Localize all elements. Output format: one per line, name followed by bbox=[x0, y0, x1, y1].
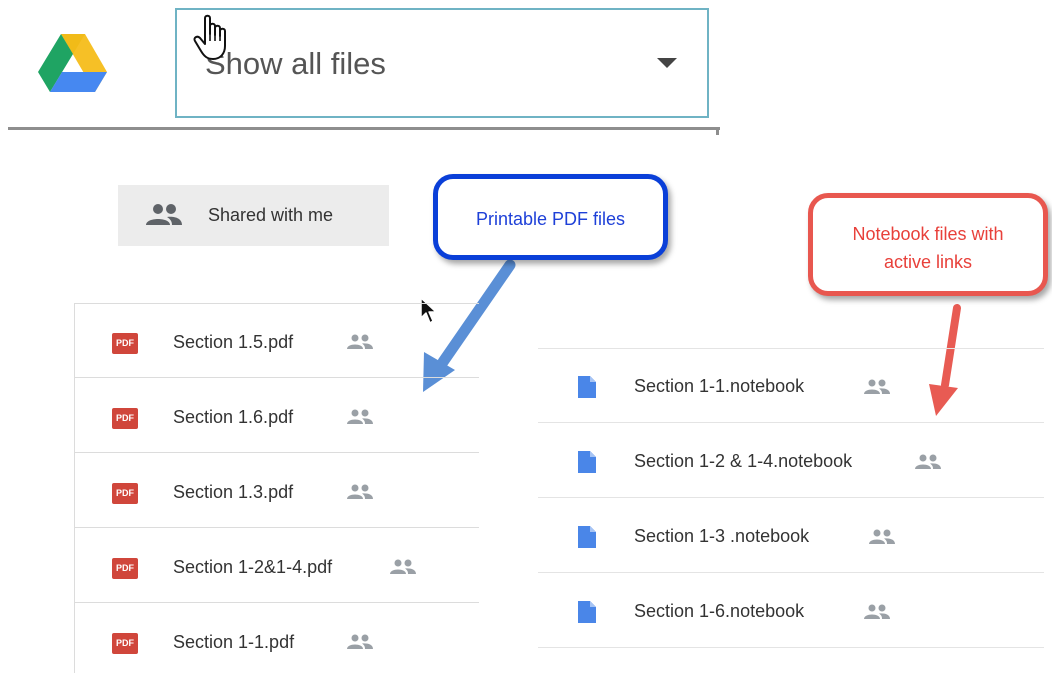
file-name: Section 1-2&1-4.pdf bbox=[173, 557, 333, 577]
pdf-file-list: PDF Section 1.5.pdf PDF Section 1.6.pdf … bbox=[74, 303, 479, 673]
file-name: Section 1-3 .notebook bbox=[634, 526, 810, 546]
file-row[interactable]: Section 1-2 & 1-4.notebook bbox=[538, 423, 1044, 498]
file-row[interactable]: PDF Section 1.3.pdf bbox=[75, 453, 479, 528]
pdf-icon: PDF bbox=[112, 633, 138, 654]
file-name: Section 1.6.pdf bbox=[173, 407, 294, 427]
people-icon bbox=[347, 634, 373, 649]
people-icon bbox=[864, 379, 890, 394]
file-row[interactable]: PDF Section 1.5.pdf bbox=[75, 303, 479, 378]
file-name: Section 1.3.pdf bbox=[173, 482, 294, 502]
header-divider-end bbox=[716, 127, 719, 135]
hand-cursor-icon bbox=[193, 14, 226, 60]
people-icon bbox=[915, 454, 941, 469]
document-icon bbox=[578, 526, 596, 548]
file-row[interactable]: Section 1-6.notebook bbox=[538, 573, 1044, 648]
pdf-icon: PDF bbox=[112, 483, 138, 504]
file-name: Section 1-1.notebook bbox=[634, 376, 805, 396]
notebook-callout-line1: Notebook files with bbox=[852, 224, 1004, 244]
pdf-icon: PDF bbox=[112, 558, 138, 579]
notebook-callout: Notebook files with active links bbox=[808, 193, 1048, 296]
pdf-icon: PDF bbox=[112, 333, 138, 354]
document-icon bbox=[578, 451, 596, 473]
file-row[interactable]: PDF Section 1-1.pdf bbox=[75, 603, 479, 673]
notebook-file-list: Section 1-1.notebook Section 1-2 & 1-4.n… bbox=[538, 348, 1044, 654]
notebook-callout-text: Notebook files with active links bbox=[813, 220, 1043, 276]
chevron-down-icon[interactable] bbox=[657, 58, 677, 68]
people-icon bbox=[390, 559, 416, 574]
header-divider bbox=[8, 127, 720, 130]
people-icon bbox=[347, 334, 373, 349]
people-icon bbox=[347, 409, 373, 424]
shared-with-me-nav[interactable]: Shared with me bbox=[118, 185, 389, 246]
shared-with-me-label: Shared with me bbox=[208, 205, 334, 225]
people-icon bbox=[347, 484, 373, 499]
people-icon bbox=[864, 604, 890, 619]
file-name: Section 1.5.pdf bbox=[173, 332, 294, 352]
pdf-callout-text: Printable PDF files bbox=[475, 209, 626, 229]
people-icon bbox=[869, 529, 895, 544]
people-icon bbox=[146, 204, 182, 225]
file-row[interactable]: PDF Section 1-2&1-4.pdf bbox=[75, 528, 479, 603]
file-name: Section 1-2 & 1-4.notebook bbox=[634, 451, 853, 471]
pdf-callout: Printable PDF files bbox=[433, 174, 668, 260]
file-row[interactable]: Section 1-3 .notebook bbox=[538, 498, 1044, 573]
file-filter-dropdown[interactable]: Show all files bbox=[175, 8, 709, 118]
pdf-icon: PDF bbox=[112, 408, 138, 429]
google-drive-logo[interactable] bbox=[38, 32, 108, 94]
document-icon bbox=[578, 601, 596, 623]
file-row[interactable]: PDF Section 1.6.pdf bbox=[75, 378, 479, 453]
notebook-callout-line2: active links bbox=[883, 252, 973, 272]
file-name: Section 1-1.pdf bbox=[173, 632, 295, 652]
header: Show all files bbox=[0, 0, 720, 135]
document-icon bbox=[578, 376, 596, 398]
file-name: Section 1-6.notebook bbox=[634, 601, 805, 621]
file-row[interactable]: Section 1-1.notebook bbox=[538, 348, 1044, 423]
